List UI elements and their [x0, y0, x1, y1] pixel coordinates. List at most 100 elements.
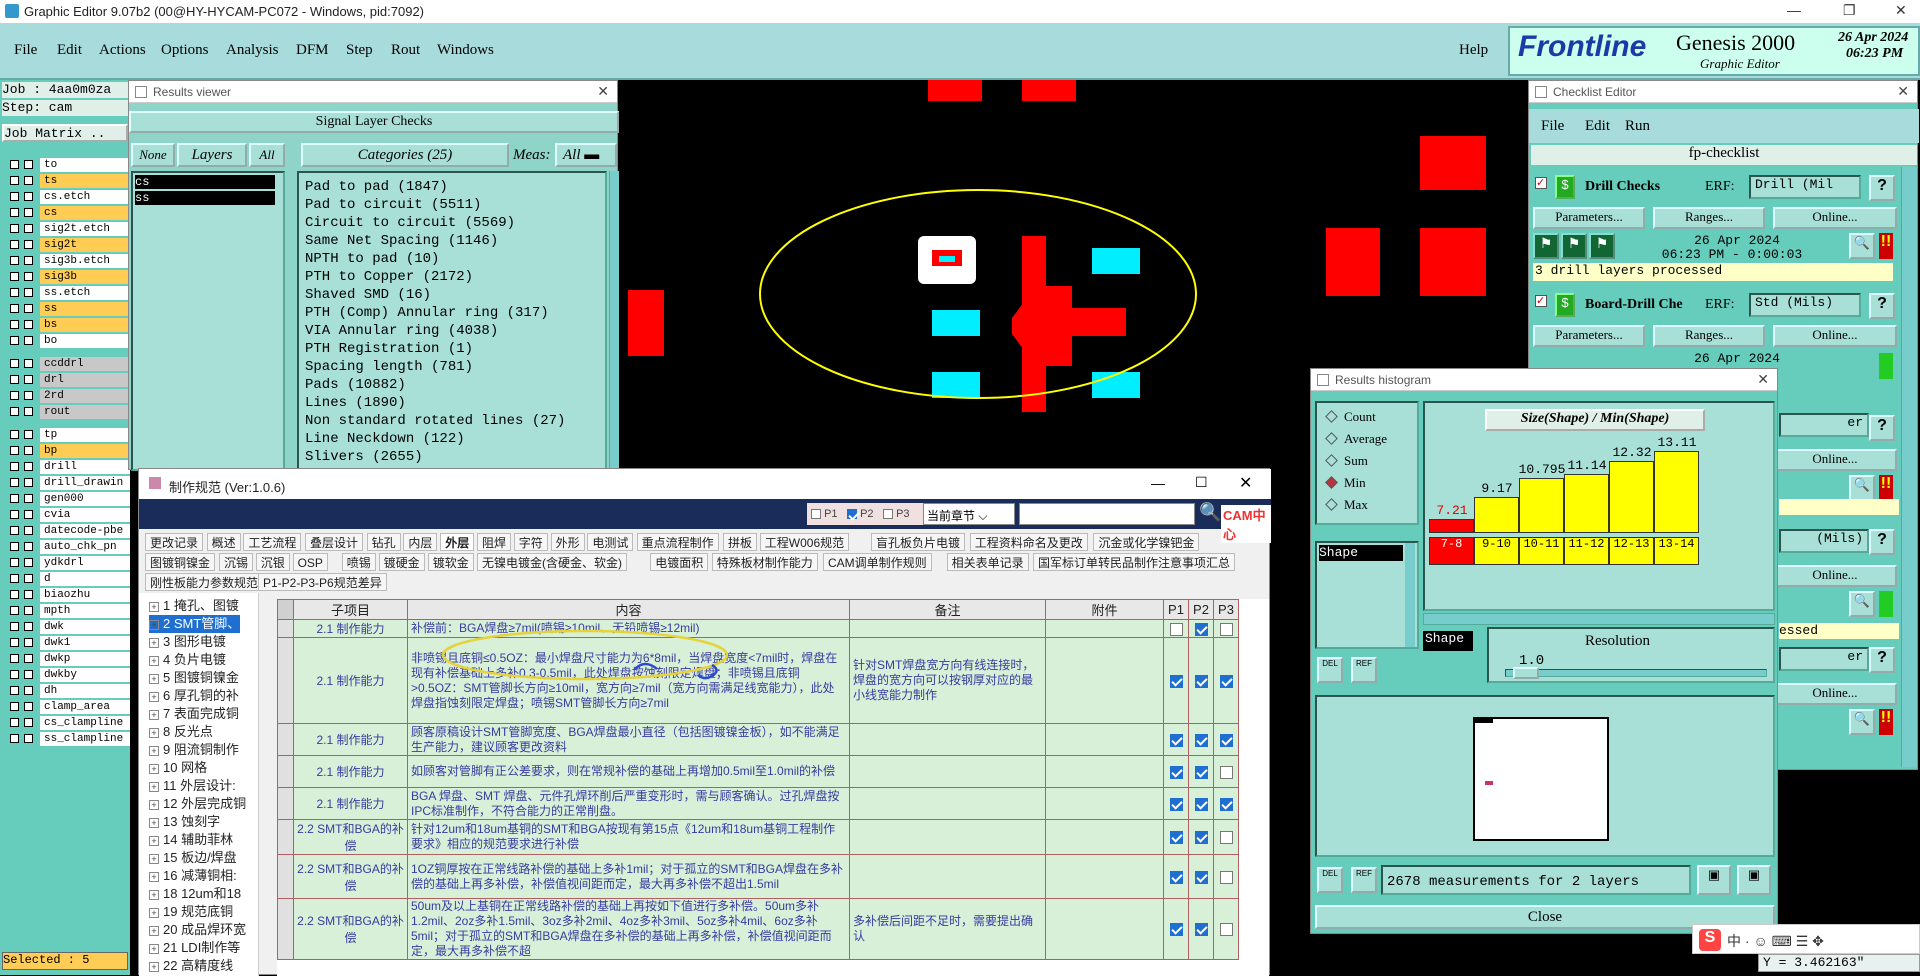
layer-name[interactable]: drill_drawin: [40, 476, 130, 490]
spec-tab[interactable]: 概述: [206, 533, 241, 551]
histogram-bar[interactable]: [1609, 461, 1654, 533]
row-attachment[interactable]: [1045, 898, 1164, 960]
layer-affected-toggle[interactable]: [24, 446, 33, 455]
meas-select[interactable]: All ▬: [555, 143, 617, 167]
layer-name[interactable]: dh: [40, 684, 130, 698]
expand-icon[interactable]: +: [149, 638, 159, 648]
spec-tab[interactable]: 国军标订单转民品制作注意事项汇总: [1033, 553, 1236, 571]
expand-icon[interactable]: +: [149, 962, 159, 972]
parameters-button[interactable]: Parameters...: [1533, 325, 1645, 347]
spec-tab[interactable]: 沉锡: [219, 553, 254, 571]
chart-scrollbar[interactable]: [1423, 613, 1775, 625]
layer-name[interactable]: ts: [40, 174, 130, 188]
layer-row[interactable]: cvia: [6, 508, 130, 522]
spec-tab[interactable]: 电镀面积: [650, 553, 709, 571]
menu-rout[interactable]: Rout: [391, 42, 420, 59]
menu-file[interactable]: File: [1541, 118, 1564, 135]
layer-row[interactable]: to: [6, 158, 130, 172]
category-item[interactable]: Shaved SMD (16): [305, 287, 431, 303]
layer-checkbox[interactable]: [10, 702, 19, 711]
layer-affected-toggle[interactable]: [24, 622, 33, 631]
category-item[interactable]: Pads (10882): [305, 377, 406, 393]
search-icon[interactable]: 🔍: [1199, 502, 1221, 523]
p2-checkbox[interactable]: [1194, 797, 1208, 811]
radio-diamond-icon[interactable]: [1325, 410, 1338, 423]
layer-row[interactable]: rout: [6, 405, 130, 419]
table-row[interactable]: 2.1 制作能力 补偿前：BGA焊盘≥7mil(喷锡≥10mil、无铅喷锡≥12m…: [277, 619, 1239, 638]
category-item[interactable]: Same Net Spacing (1146): [305, 233, 498, 249]
p3-checkbox[interactable]: [1219, 733, 1233, 747]
search-input[interactable]: [1019, 503, 1195, 525]
row-header[interactable]: [277, 619, 294, 638]
layer-checkbox[interactable]: [10, 320, 19, 329]
tree-item[interactable]: +13 蚀刻字: [149, 813, 220, 831]
layer-row[interactable]: ss: [6, 302, 130, 316]
layer-row[interactable]: ss_clampline: [6, 732, 130, 746]
expand-icon[interactable]: +: [149, 926, 159, 936]
menu-file[interactable]: File: [14, 42, 37, 59]
table-row[interactable]: 2.2 SMT和BGA的补偿 针对12um和18um基铜的SMT和BGA按现有第1…: [277, 819, 1239, 855]
layer-name[interactable]: ss.etch: [40, 286, 130, 300]
menu-help[interactable]: Help: [1459, 42, 1488, 59]
layer-name[interactable]: cs.etch: [40, 190, 130, 204]
layer-checkbox[interactable]: [10, 622, 19, 631]
radio-diamond-icon[interactable]: [1325, 432, 1338, 445]
tree-item[interactable]: +14 辅助菲林: [149, 831, 233, 849]
row-header[interactable]: [277, 723, 294, 756]
layer-checkbox[interactable]: [10, 446, 19, 455]
layer-row[interactable]: drill_drawin: [6, 476, 130, 490]
category-item[interactable]: PTH Registration (1): [305, 341, 473, 357]
job-matrix-button[interactable]: Job Matrix ..: [2, 124, 128, 142]
layer-checkbox[interactable]: [10, 391, 19, 400]
p2-checkbox[interactable]: [1194, 831, 1208, 845]
tree-item[interactable]: +4 负片电镀: [149, 651, 226, 669]
layer-name[interactable]: dwk1: [40, 636, 130, 650]
layer-row[interactable]: auto_chk_pn: [6, 540, 130, 554]
expand-icon[interactable]: +: [149, 710, 159, 720]
spec-tab[interactable]: 无镍电镀金(含硬金、软金): [477, 553, 627, 571]
layers-button[interactable]: Layers: [177, 143, 247, 167]
spec-tab[interactable]: 镀软金: [427, 553, 474, 571]
ref-button[interactable]: REF: [1351, 867, 1377, 893]
layer-row[interactable]: drl: [6, 373, 130, 387]
layer-affected-toggle[interactable]: [24, 462, 33, 471]
layer-checkbox[interactable]: [10, 359, 19, 368]
layer-affected-toggle[interactable]: [24, 686, 33, 695]
expand-icon[interactable]: +: [149, 692, 159, 702]
minimize-icon[interactable]: —: [1787, 2, 1801, 18]
aggregate-option[interactable]: Min: [1325, 475, 1366, 491]
online-button[interactable]: Online...: [1773, 449, 1897, 471]
layer-affected-toggle[interactable]: [24, 192, 33, 201]
expand-icon[interactable]: +: [149, 746, 159, 756]
menu-dfm[interactable]: DFM: [296, 42, 329, 59]
menu-edit[interactable]: Edit: [1585, 118, 1610, 135]
online-button[interactable]: Online...: [1773, 565, 1897, 587]
spec-tab[interactable]: 特殊板材制作能力: [711, 553, 818, 571]
minimize-icon[interactable]: —: [1151, 475, 1165, 491]
spec-tab[interactable]: 更改记录: [145, 533, 204, 551]
p2-checkbox[interactable]: [1194, 733, 1208, 747]
checklist-scrollbar[interactable]: [1901, 167, 1917, 767]
expand-icon[interactable]: +: [149, 782, 159, 792]
p1-checkbox[interactable]: [1169, 733, 1183, 747]
ref-button[interactable]: REF: [1351, 657, 1377, 683]
p2-checkbox[interactable]: [1194, 622, 1208, 636]
layer-affected-toggle[interactable]: [24, 718, 33, 727]
zoom-icon[interactable]: 🔍: [1849, 233, 1875, 259]
p3-checkbox[interactable]: [1219, 622, 1233, 636]
expand-icon[interactable]: +: [149, 620, 159, 630]
p3-checkbox[interactable]: [1219, 870, 1233, 884]
p3-checkbox[interactable]: [1219, 797, 1233, 811]
p2-checkbox[interactable]: [1194, 765, 1208, 779]
category-item[interactable]: Circuit to circuit (5569): [305, 215, 515, 231]
layer-name[interactable]: sig3b.etch: [40, 254, 130, 268]
layer-checkbox[interactable]: [10, 240, 19, 249]
table-row[interactable]: 2.2 SMT和BGA的补偿 50um及以上基铜在正常线路补偿的基础上再按如下值进…: [277, 898, 1239, 960]
layer-name[interactable]: to: [40, 158, 130, 172]
spec-tab[interactable]: 喷锡: [341, 553, 376, 571]
spec-tab[interactable]: 图镀铜镍金: [145, 553, 216, 571]
category-item[interactable]: Spacing length (781): [305, 359, 473, 375]
menu-actions[interactable]: Actions: [99, 42, 146, 59]
layer-row[interactable]: ss.etch: [6, 286, 130, 300]
layer-item[interactable]: cs: [135, 175, 275, 189]
